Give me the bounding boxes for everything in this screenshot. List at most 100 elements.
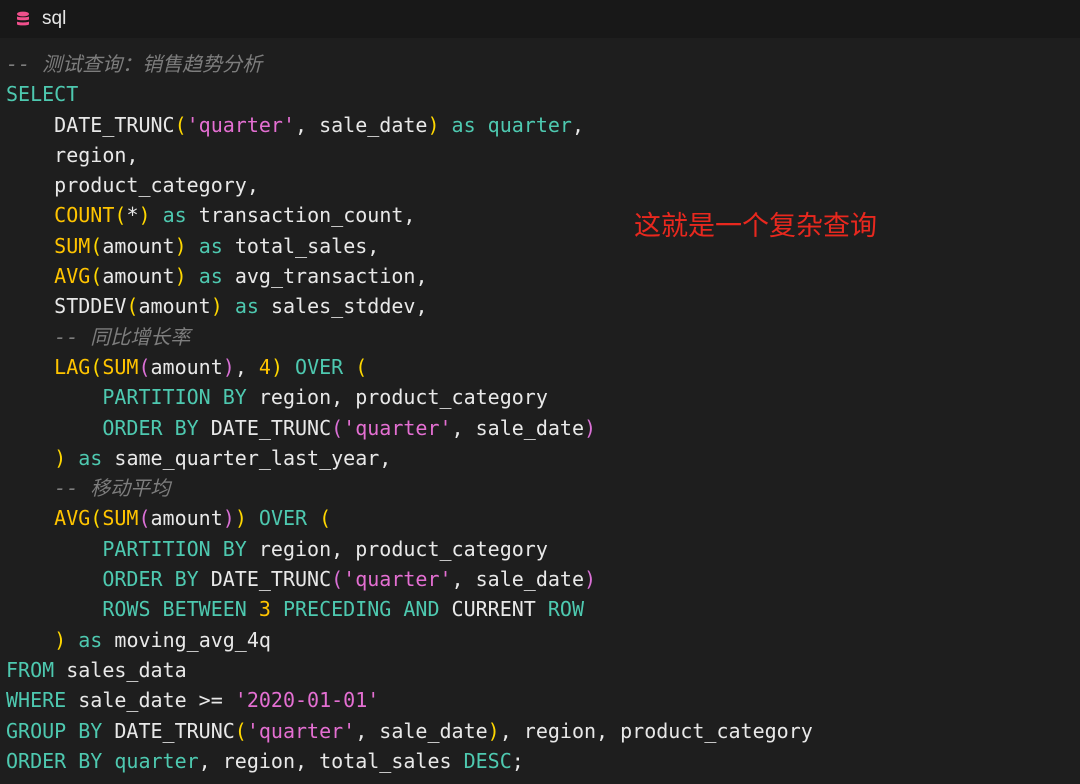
code-token: AVG: [54, 264, 91, 289]
code-token: ROWS BETWEEN: [102, 597, 247, 622]
code-token: (: [331, 567, 344, 592]
code-token: *: [126, 203, 139, 228]
code-token: DESC: [463, 748, 512, 773]
code-token: (: [331, 415, 344, 440]
code-token: WHERE: [6, 688, 67, 713]
code-token: sale_date >=: [66, 688, 235, 713]
code-token: sales_data: [54, 657, 187, 682]
code-token: SUM: [102, 354, 139, 379]
code-token: (: [90, 233, 103, 258]
code-line: GROUP BY DATE_TRUNC('quarter', sale_date…: [6, 716, 813, 746]
code-line: ORDER BY DATE_TRUNC('quarter', sale_date…: [6, 413, 813, 443]
code-token: ORDER BY: [6, 748, 103, 773]
code-token: (: [114, 203, 127, 228]
code-line: FROM sales_data: [6, 655, 813, 685]
code-token: total_sales,: [222, 233, 380, 258]
code-editor[interactable]: -- 测试查询：销售趋势分析 SELECT DATE_TRUNC('quarter…: [6, 49, 813, 776]
code-block-header: sql: [0, 0, 1080, 38]
code-token: transaction_count,: [186, 203, 416, 228]
code-token: PRECEDING AND: [282, 597, 440, 622]
code-token: moving_avg_4q: [102, 627, 271, 652]
code-token: CURRENT: [439, 597, 548, 622]
code-token: region, product_category: [246, 385, 548, 410]
code-token: (: [174, 112, 187, 137]
code-token: -- 同比增长率: [6, 324, 191, 349]
code-token: AVG: [54, 506, 91, 531]
code-token: (: [138, 354, 151, 379]
code-token: 'quarter': [186, 112, 295, 137]
code-token: ORDER BY: [102, 415, 199, 440]
code-token: , sale_date: [451, 415, 584, 440]
code-token: GROUP BY: [6, 718, 103, 743]
code-token: -- 移动平均: [6, 476, 171, 501]
code-token: sales_stddev,: [258, 294, 428, 319]
code-line: ) as moving_avg_4q: [6, 625, 813, 655]
code-token: as: [198, 264, 223, 289]
code-token: SUM: [54, 233, 91, 258]
code-line: LAG(SUM(amount), 4) OVER (: [6, 352, 813, 382]
code-token: ): [583, 415, 597, 440]
code-token: 'quarter': [246, 718, 356, 743]
code-token: (: [126, 294, 139, 319]
code-token: as quarter: [451, 112, 572, 137]
code-token: ): [270, 354, 283, 379]
code-line: ROWS BETWEEN 3 PRECEDING AND CURRENT ROW: [6, 594, 813, 624]
code-token: STDDEV: [6, 294, 127, 319]
code-token: same_quarter_last_year,: [102, 445, 392, 470]
code-token: ): [138, 203, 151, 228]
language-label: sql: [42, 8, 67, 29]
code-token: (: [138, 506, 151, 531]
code-line: PARTITION BY region, product_category: [6, 534, 813, 564]
code-token: , sale_date: [355, 718, 488, 743]
code-token: , region, product_category: [499, 718, 813, 743]
code-token: OVER: [258, 506, 308, 531]
code-token: (: [234, 718, 247, 743]
code-line: ORDER BY quarter, region, total_sales DE…: [6, 746, 813, 776]
code-token: FROM: [6, 657, 55, 682]
code-token: ): [54, 445, 67, 470]
code-token: as: [234, 294, 259, 319]
code-token: (: [319, 506, 332, 531]
code-token: ): [222, 354, 235, 379]
code-token: ORDER BY: [102, 567, 199, 592]
code-token: ;: [511, 748, 524, 773]
code-line: -- 同比增长率: [6, 322, 813, 352]
code-token: -- 测试查询：销售趋势分析: [6, 52, 263, 76]
code-token: 3: [258, 597, 271, 622]
code-token: LAG: [54, 354, 91, 379]
code-token: ): [427, 112, 440, 137]
code-token: COUNT: [54, 203, 115, 228]
code-token: OVER: [295, 354, 344, 379]
code-line: product_category,: [6, 170, 813, 200]
code-token: PARTITION BY: [102, 536, 247, 561]
code-token: , sale_date: [295, 112, 428, 137]
code-token: DATE_TRUNC: [102, 718, 235, 743]
annotation-text: 这就是一个复杂查询: [634, 211, 877, 242]
code-token: amount: [102, 233, 175, 258]
code-token: ): [583, 567, 597, 592]
code-line: WHERE sale_date >= '2020-01-01': [6, 685, 813, 715]
code-token: product_category,: [6, 173, 259, 198]
